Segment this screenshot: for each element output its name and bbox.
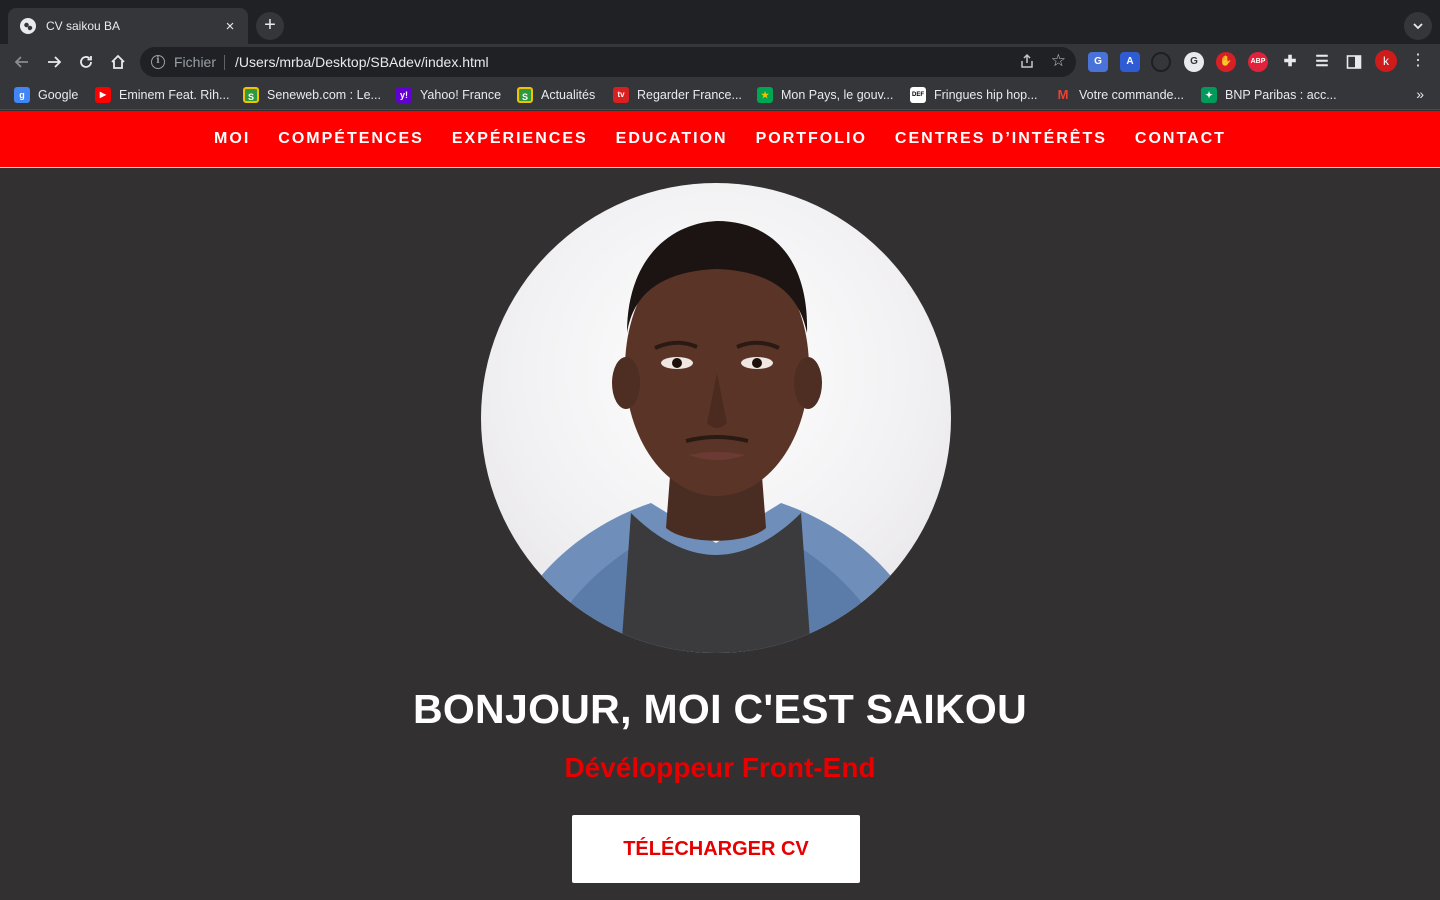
- dictionary-extension-icon[interactable]: A: [1120, 52, 1140, 72]
- nav-link-education[interactable]: EDUCATION: [616, 130, 728, 148]
- bookmark-label: Eminem Feat. Rih...: [119, 88, 230, 102]
- bookmark-yahoo[interactable]: y! Yahoo! France: [396, 86, 501, 104]
- google-icon: g: [14, 87, 30, 103]
- bookmark-label: Mon Pays, le gouv...: [781, 88, 894, 102]
- share-icon[interactable]: [1020, 53, 1034, 72]
- extensions-puzzle-icon[interactable]: ✚: [1280, 52, 1300, 72]
- tv-icon: tv: [613, 87, 629, 103]
- nav-link-competences[interactable]: COMPÉTENCES: [278, 130, 424, 148]
- yahoo-icon: y!: [396, 87, 412, 103]
- profile-photo: [481, 183, 951, 653]
- forward-button[interactable]: [41, 49, 67, 75]
- seneweb-icon: S: [243, 87, 259, 103]
- bookmark-france-tv[interactable]: tv Regarder France...: [613, 86, 742, 104]
- flag-icon: ★: [757, 87, 773, 103]
- address-separator: [224, 55, 225, 70]
- bookmark-eminem[interactable]: ▶ Eminem Feat. Rih...: [95, 86, 229, 104]
- loader-extension-icon[interactable]: [1151, 52, 1171, 72]
- address-bar[interactable]: i Fichier /Users/mrba/Desktop/SBAdev/ind…: [140, 47, 1076, 77]
- hero-headline: BONJOUR, MOI C'EST SAIKOU: [412, 686, 1028, 732]
- reload-icon: [80, 56, 92, 68]
- bookmark-bnp[interactable]: ✦ BNP Paribas : acc...: [1201, 86, 1337, 104]
- bookmark-fringues[interactable]: DEF Fringues hip hop...: [910, 86, 1038, 104]
- home-button[interactable]: [105, 49, 131, 75]
- arrow-left-icon: [14, 56, 28, 68]
- nav-link-experiences[interactable]: EXPÉRIENCES: [452, 130, 588, 148]
- gmail-icon: M: [1057, 87, 1069, 102]
- side-panel-icon[interactable]: [1344, 52, 1364, 72]
- news-icon: S: [517, 87, 533, 103]
- download-cv-button[interactable]: TÉLÉCHARGER CV: [572, 815, 860, 883]
- def-icon: DEF: [910, 87, 926, 103]
- bookmark-label: Fringues hip hop...: [934, 88, 1038, 102]
- tab-title: CV saikou BA: [46, 19, 121, 33]
- chevron-down-icon: [1413, 23, 1423, 30]
- info-icon[interactable]: i: [151, 55, 165, 69]
- bookmark-label: Seneweb.com : Le...: [267, 88, 381, 102]
- nav-link-portfolio[interactable]: PORTFOLIO: [756, 130, 867, 148]
- abp-extension-icon[interactable]: ABP: [1248, 52, 1268, 72]
- bookmark-label: BNP Paribas : acc...: [1225, 88, 1337, 102]
- home-icon: [111, 54, 125, 69]
- bookmark-mon-pays[interactable]: ★ Mon Pays, le gouv...: [757, 86, 893, 104]
- translate-extension-icon[interactable]: G: [1088, 52, 1108, 72]
- reload-button[interactable]: [73, 49, 99, 75]
- bookmark-label: Regarder France...: [637, 88, 742, 102]
- browser-toolbar: i Fichier /Users/mrba/Desktop/SBAdev/ind…: [0, 44, 1440, 80]
- hero-section: BONJOUR, MOI C'EST SAIKOU Dévéloppeur Fr…: [0, 168, 1440, 900]
- address-scheme: Fichier: [174, 54, 217, 70]
- youtube-icon: ▶: [95, 87, 111, 103]
- bookmarks-bar: g Google ▶ Eminem Feat. Rih... S Seneweb…: [0, 80, 1440, 110]
- bnp-icon: ✦: [1201, 87, 1217, 103]
- bookmark-label: Actualités: [541, 88, 596, 102]
- bookmark-gmail[interactable]: M Votre commande...: [1055, 86, 1184, 104]
- bookmark-actualites[interactable]: S Actualités: [517, 86, 595, 104]
- bookmark-label: Yahoo! France: [420, 88, 502, 102]
- grammarly-extension-icon[interactable]: G: [1184, 52, 1204, 72]
- bookmark-seneweb[interactable]: S Seneweb.com : Le...: [243, 86, 381, 104]
- nav-link-moi[interactable]: MOI: [214, 130, 250, 148]
- new-tab-button[interactable]: +: [256, 12, 284, 40]
- adblock-hand-icon[interactable]: ✋: [1216, 52, 1236, 72]
- bookmark-label: Votre commande...: [1079, 88, 1184, 102]
- portrait-illustration: [501, 221, 931, 653]
- address-url[interactable]: /Users/mrba/Desktop/SBAdev/index.html: [235, 54, 489, 70]
- hero-role: Dévéloppeur Front-End: [564, 752, 876, 783]
- nav-link-contact[interactable]: CONTACT: [1135, 130, 1226, 148]
- tab-search-button[interactable]: [1404, 12, 1432, 40]
- media-queue-icon[interactable]: ☰: [1312, 52, 1332, 72]
- browser-menu-icon[interactable]: ⋮: [1410, 50, 1426, 72]
- bookmark-star-icon[interactable]: ☆: [1051, 51, 1066, 71]
- arrow-right-icon: [48, 56, 62, 68]
- bookmark-google[interactable]: g Google: [14, 86, 78, 104]
- site-navbar: MOI COMPÉTENCES EXPÉRIENCES EDUCATION PO…: [0, 111, 1440, 168]
- profile-avatar[interactable]: k: [1375, 50, 1397, 72]
- browser-tab[interactable]: CV saikou BA ×: [8, 8, 248, 44]
- back-button[interactable]: [9, 49, 35, 75]
- browser-tab-strip: CV saikou BA × +: [0, 0, 1440, 44]
- nav-link-centres-interets[interactable]: CENTRES D’INTÉRÊTS: [895, 130, 1107, 148]
- bookmark-label: Google: [38, 88, 79, 102]
- close-tab-icon[interactable]: ×: [222, 18, 238, 35]
- globe-icon: [20, 18, 36, 34]
- bookmarks-overflow-icon[interactable]: »: [1416, 86, 1424, 102]
